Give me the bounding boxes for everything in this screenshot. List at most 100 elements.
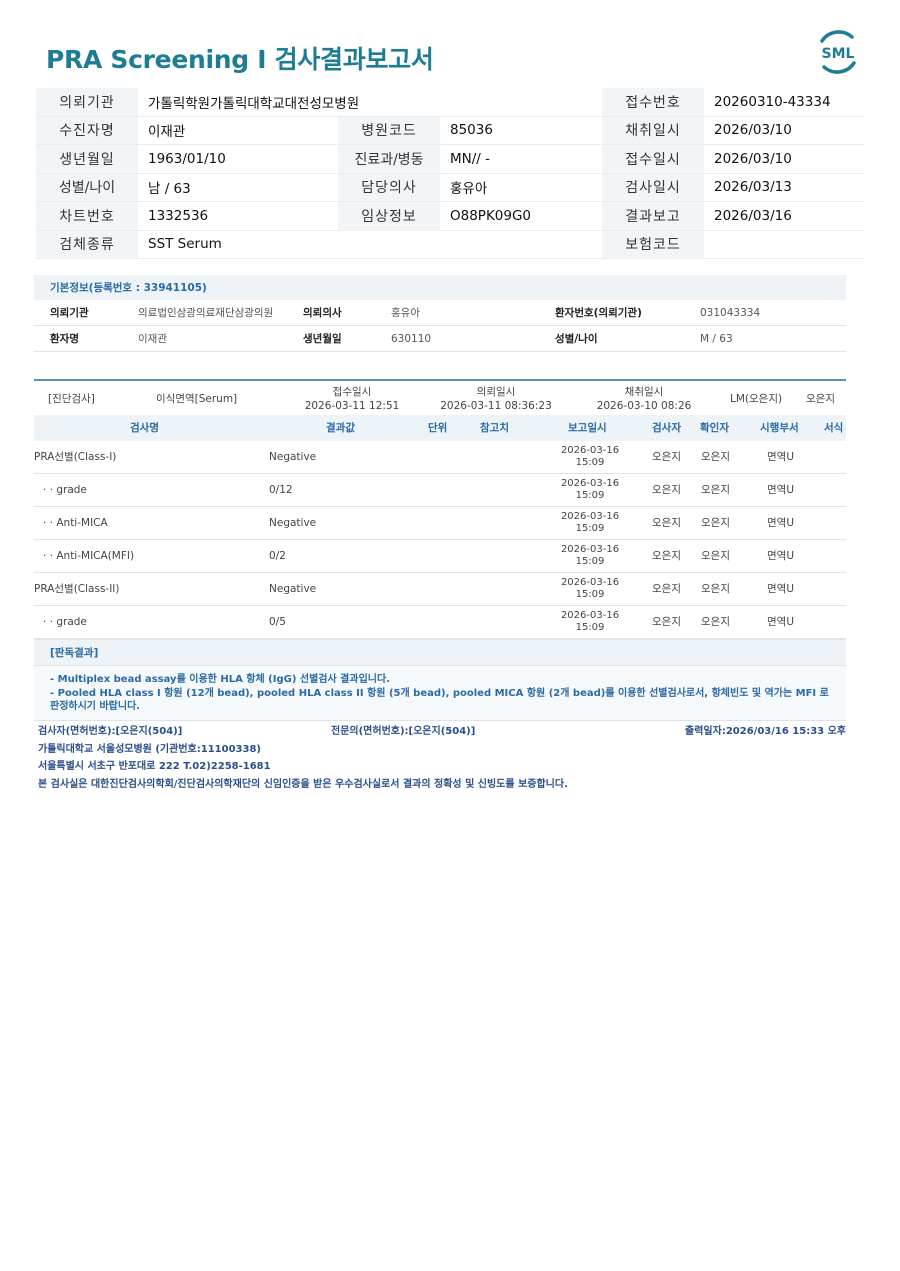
row-dept: 면역U	[767, 583, 795, 595]
col-reference: 참고치	[480, 422, 509, 434]
row-dept: 면역U	[767, 550, 795, 562]
footer-certification: 본 검사실은 대한진단검사의학회/진단검사의학재단의 신임인증을 받은 우수검사…	[38, 778, 568, 790]
row-result: 0/12	[269, 484, 293, 496]
row-result: Negative	[269, 451, 317, 463]
basic-info-section: 기본정보(등록번호 : 33941105) 의뢰기관 의료법인삼광의료재단삼광의…	[34, 275, 846, 352]
row-result: Negative	[269, 517, 317, 529]
request-time-label: 의뢰일시	[476, 386, 516, 398]
row-tester: 오은지	[652, 451, 681, 463]
table-row: · · grade 0/12 2026-03-16 15:09 오은지 오은지 면…	[34, 474, 846, 507]
hospital-code-label: 병원코드	[338, 116, 440, 144]
row-checker: 오은지	[701, 484, 730, 496]
request-time-value: 2026-03-11 08:36:23	[440, 400, 552, 412]
hospital-code-value: 85036	[450, 122, 493, 139]
test-date-value: 2026/03/13	[714, 179, 792, 196]
clinical-value: O88PK09G0	[450, 207, 532, 224]
specimen-value: SST Serum	[148, 236, 222, 253]
header-info-table: 의뢰기관 가톨릭학원가톨릭대학교대전성모병원 접수번호 20260310-433…	[36, 88, 864, 259]
dob-value: 1963/01/10	[148, 150, 226, 167]
collect-time-block: 채취일시 2026-03-10 08:26	[594, 385, 694, 413]
row-tester: 오은지	[652, 484, 681, 496]
dept-label: 진료과/병동	[338, 145, 440, 173]
chart-no-label: 차트번호	[36, 202, 138, 230]
row-tester: 오은지	[652, 616, 681, 628]
receive-date-label: 접수일시	[602, 145, 704, 173]
footer-tester: 검사자(면허번호):[오은지(504)]	[38, 726, 183, 737]
test-results-section: [진단검사] 이식면역[Serum] 접수일시 2026-03-11 12:51…	[34, 379, 846, 721]
basic-patient-no-value: 031043334	[700, 306, 761, 319]
footer-specialist: 전문의(면허번호):[오은지(504)]	[331, 726, 476, 737]
col-result: 결과값	[326, 422, 355, 434]
table-row: · · Anti-MICA(MFI) 0/2 2026-03-16 15:09 오…	[34, 540, 846, 573]
report-title: PRA Screening I 검사결과보고서	[46, 45, 434, 74]
col-form: 서식	[824, 422, 844, 434]
footer-address: 서울특별시 서초구 반포대로 222 T.02)2258-1681	[38, 761, 271, 772]
receipt-time-value: 2026-03-11 12:51	[304, 400, 400, 412]
basic-info-heading: 기본정보(등록번호 : 33941105)	[34, 275, 846, 300]
basic-sex-age-label: 성별/나이	[555, 333, 598, 345]
test-summary: [진단검사] 이식면역[Serum] 접수일시 2026-03-11 12:51…	[34, 379, 846, 415]
col-dept: 시행부서	[760, 422, 799, 434]
row-report-date: 2026-03-16 15:09	[560, 478, 620, 501]
row-report-date: 2026-03-16 15:09	[560, 511, 620, 534]
table-row: · · grade 0/5 2026-03-16 15:09 오은지 오은지 면역…	[34, 606, 846, 639]
institution-value: 가톨릭학원가톨릭대학교대전성모병원	[148, 95, 360, 112]
patient-value: 이재관	[148, 124, 186, 141]
judgement-line-2: - Pooled HLA class I 항원 (12개 bead), pool…	[50, 687, 829, 713]
row-dept: 면역U	[767, 517, 795, 529]
header-row: 수진자명 이재관 병원코드 85036 채취일시 2026/03/10	[36, 116, 864, 145]
dob-label: 생년월일	[36, 145, 138, 173]
report-label: 결과보고	[602, 202, 704, 230]
row-report-date: 2026-03-16 15:09	[560, 577, 620, 600]
basic-institution-label: 의뢰기관	[50, 307, 89, 319]
receipt-no-label: 접수번호	[602, 88, 704, 116]
collect-time-label: 채취일시	[624, 386, 664, 398]
col-report-date: 보고일시	[568, 422, 607, 434]
header-row: 차트번호 1332536 임상정보 O88PK09G0 결과보고 2026/03…	[36, 202, 864, 231]
basic-doctor-value: 홍유아	[391, 307, 420, 319]
row-dept: 면역U	[767, 451, 795, 463]
row-tester: 오은지	[652, 583, 681, 595]
sex-age-value: 남 / 63	[148, 181, 191, 198]
basic-patient-no-label: 환자번호(의뢰기관)	[555, 307, 642, 319]
judgement-heading: [판독결과]	[34, 639, 846, 665]
row-report-date: 2026-03-16 15:09	[560, 445, 620, 468]
lm-name: 오은지	[806, 393, 835, 405]
header-row: 생년월일 1963/01/10 진료과/병동 MN// - 접수일시 2026/…	[36, 145, 864, 174]
table-row: · · Anti-MICA Negative 2026-03-16 15:09 오…	[34, 507, 846, 540]
basic-info-row: 환자명 이재관 생년월일 630110 성별/나이 M / 63	[34, 326, 846, 352]
dept-value: MN// -	[450, 150, 491, 167]
row-test-name: · · grade	[43, 616, 87, 628]
basic-institution-value: 의료법인삼광의료재단삼광의원	[138, 307, 274, 319]
header-row: 성별/나이 남 / 63 담당의사 홍유아 검사일시 2026/03/13	[36, 173, 864, 202]
test-category: [진단검사]	[48, 393, 95, 405]
row-tester: 오은지	[652, 550, 681, 562]
test-date-label: 검사일시	[602, 173, 704, 201]
footer-signatures: 검사자(면허번호):[오은지(504)] 전문의(면허번호):[오은지(504)…	[38, 723, 846, 741]
doctor-label: 담당의사	[338, 173, 440, 201]
basic-dob-value: 630110	[391, 332, 432, 345]
collect-date-value: 2026/03/10	[714, 122, 792, 139]
row-tester: 오은지	[652, 517, 681, 529]
sex-age-label: 성별/나이	[36, 173, 138, 201]
basic-sex-age-value: M / 63	[700, 332, 733, 345]
row-dept: 면역U	[767, 616, 795, 628]
receipt-no-value: 20260310-43334	[714, 93, 831, 110]
receipt-time-label: 접수일시	[332, 386, 372, 398]
col-tester: 검사자	[652, 422, 681, 434]
basic-patient-label: 환자명	[50, 333, 79, 345]
receipt-time-block: 접수일시 2026-03-11 12:51	[302, 385, 402, 413]
row-report-date: 2026-03-16 15:09	[560, 544, 620, 567]
table-row: PRA선별(Class-II) Negative 2026-03-16 15:09…	[34, 573, 846, 606]
lm-value: LM(오은지)	[730, 393, 783, 405]
receive-date-value: 2026/03/10	[714, 150, 792, 167]
report-footer: 검사자(면허번호):[오은지(504)] 전문의(면허번호):[오은지(504)…	[38, 723, 846, 793]
row-test-name: · · Anti-MICA	[43, 517, 108, 529]
row-dept: 면역U	[767, 484, 795, 496]
results-table-header: 검사명 결과값 단위 참고치 보고일시 검사자 확인자 시행부서 서식	[34, 415, 846, 441]
row-report-date: 2026-03-16 15:09	[560, 610, 620, 633]
chart-no-value: 1332536	[148, 207, 209, 224]
row-result: Negative	[269, 583, 317, 595]
patient-label: 수진자명	[36, 116, 138, 144]
judgement-line-1: - Multiplex bead assay를 이용한 HLA 항체 (IgG)…	[50, 674, 390, 685]
